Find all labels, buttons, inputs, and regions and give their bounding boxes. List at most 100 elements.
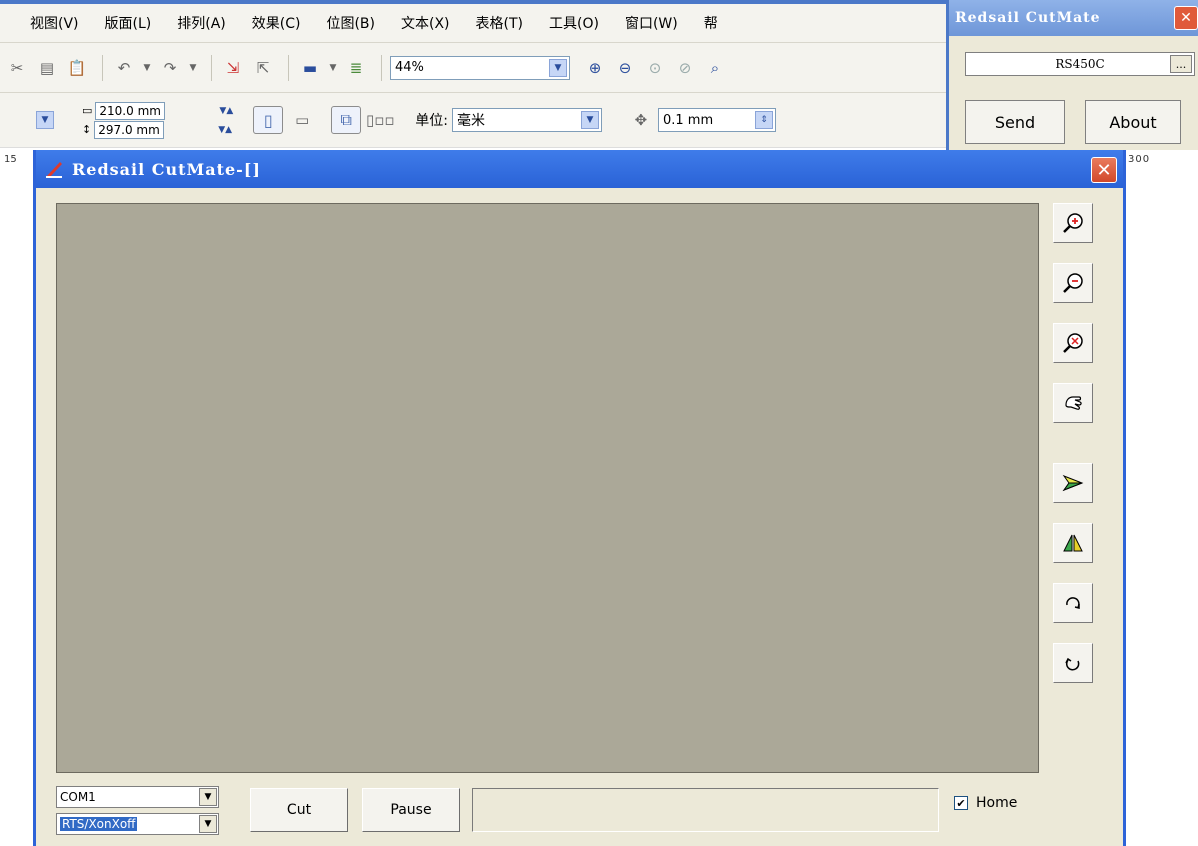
about-button[interactable]: About [1085,100,1181,144]
arrow-right-icon [1062,474,1084,492]
cutmate-mini-panel: Redsail CutMate ✕ RS450C ... Send About [946,0,1198,150]
copy-icon[interactable]: ▤ [34,55,60,81]
cut-icon[interactable]: ✂ [4,55,30,81]
redo-icon[interactable]: ↷ [157,55,183,81]
landscape-button[interactable]: ▭ [289,107,315,133]
zoom-fit-button[interactable] [1053,323,1093,363]
paste-icon[interactable]: 📋 [64,55,90,81]
close-icon[interactable]: ✕ [1091,157,1117,183]
host-standard-toolbar: ✂ ▤ 📋 ↶ ▼ ↷ ▼ ⇲ ⇱ ▬ ▼ ≣ 44% ▼ ⊕ ⊖ ⊙ ⊘ ⌕ [0,42,946,92]
height-spinner-icon[interactable]: ▼▲ [218,125,232,135]
dialog-title-bar: Redsail CutMate-[] [36,150,1123,188]
mini-panel-title: Redsail CutMate [949,0,1198,36]
mirror-button[interactable] [1053,523,1093,563]
chevron-down-icon[interactable]: ▼ [36,111,54,129]
zoom-in-icon [1063,213,1083,233]
zoom-fit-icon [1063,333,1083,353]
port-select[interactable]: COM1 ▼ [56,786,219,808]
cutmate-dialog: Redsail CutMate-[] ✕ COM1 ▼ RTS/XonXoff … [33,150,1126,846]
zoom-out-button[interactable] [1053,263,1093,303]
export-icon[interactable]: ⇱ [250,55,276,81]
width-icon: ▭ [82,104,93,117]
cutter-model-field[interactable]: RS450C ... [965,52,1195,76]
port-value: COM1 [60,790,96,804]
rotate-ccw-icon [1065,657,1080,671]
preview-canvas[interactable] [56,203,1039,773]
direction-button[interactable] [1053,463,1093,503]
zoom-out-icon [1063,273,1083,293]
nudge-distance-input[interactable]: 0.1 mm ⇕ [657,108,776,132]
dialog-title: Redsail CutMate-[] [72,159,261,179]
rotate-clockwise-button[interactable] [1053,583,1093,623]
pause-button[interactable]: Pause [362,788,460,832]
zoom-level-value: 44% [395,60,424,75]
chevron-down-icon[interactable]: ▼ [580,111,599,129]
zoom-page-icon[interactable]: ⌕ [702,55,728,81]
page-width-input[interactable]: 210.0 mm [95,101,166,120]
all-pages-button[interactable]: ⧉ [331,106,362,134]
menu-view[interactable]: 视图(V) [30,13,79,33]
width-spinner-icon[interactable]: ▼▲ [219,106,233,116]
menu-layout[interactable]: 版面(L) [105,13,152,33]
undo-icon[interactable]: ↶ [111,55,137,81]
handshake-select[interactable]: RTS/XonXoff ▼ [56,813,219,835]
close-icon[interactable]: ✕ [1174,6,1198,30]
chevron-down-icon[interactable]: ▼ [199,788,217,806]
application-launcher-icon[interactable]: ▬ [297,55,323,81]
page-height-row: ↕ 297.0 mm ▼▲ [82,120,233,139]
height-icon: ↕ [82,123,92,136]
zoom-out-icon[interactable]: ⊖ [612,55,638,81]
home-checkbox[interactable]: ✔ Home [954,795,1017,811]
rotate-counterclockwise-button[interactable] [1053,643,1093,683]
menu-table[interactable]: 表格(T) [476,13,523,33]
unit-select[interactable]: 毫米 ▼ [451,108,602,132]
menu-window[interactable]: 窗口(W) [625,13,678,33]
pan-button[interactable] [1053,383,1093,423]
separator [102,54,103,81]
chevron-down-icon[interactable]: ▼ [141,55,153,81]
host-property-bar: ▼ ▭ 210.0 mm ▼▲ ↕ 297.0 mm ▼▲ ▯ ▭ ⧉ ▯▫▫ … [0,92,946,147]
page-height-input[interactable]: 297.0 mm [94,120,165,139]
spinner-icon[interactable]: ⇕ [754,111,773,129]
menu-tools[interactable]: 工具(O) [549,13,599,33]
checkmark-icon[interactable]: ✔ [954,796,968,810]
menu-help[interactable]: 帮 [704,13,718,33]
handshake-value: RTS/XonXoff [60,817,138,831]
zoom-selected-icon[interactable]: ⊙ [642,55,668,81]
zoom-in-button[interactable] [1053,203,1093,243]
options-icon[interactable]: ≣ [343,55,369,81]
paper-type-select[interactable]: ▼ [32,107,60,133]
chevron-down-icon[interactable]: ▼ [327,55,339,81]
ruler-start-value: 15 [4,154,17,165]
browse-button[interactable]: ... [1170,55,1192,73]
send-button[interactable]: Send [965,100,1065,144]
page-size-group: ▭ 210.0 mm ▼▲ ↕ 297.0 mm ▼▲ [82,101,233,139]
current-page-button[interactable]: ▯▫▫ [366,107,395,133]
mirror-icon [1063,534,1083,552]
menu-text[interactable]: 文本(X) [401,13,450,33]
ruler-end-value: 300 [1128,154,1151,165]
zoom-level-select[interactable]: 44% ▼ [390,55,570,80]
unit-value: 毫米 [456,113,485,129]
nudge-icon: ✥ [634,111,648,129]
import-icon[interactable]: ⇲ [220,55,246,81]
chevron-down-icon[interactable]: ▼ [187,55,199,81]
unit-label: 单位: [415,113,448,129]
menu-arrange[interactable]: 排列(A) [177,13,226,33]
pan-hand-icon [1065,396,1082,410]
rotate-cw-icon [1066,597,1080,609]
portrait-button[interactable]: ▯ [253,106,284,134]
status-field [472,788,939,832]
separator [288,54,289,81]
chevron-down-icon[interactable]: ▼ [549,58,567,77]
menu-effects[interactable]: 效果(C) [252,13,301,33]
host-menubar: 视图(V) 版面(L) 排列(A) 效果(C) 位图(B) 文本(X) 表格(T… [0,0,946,42]
cut-button[interactable]: Cut [250,788,348,832]
menu-bitmaps[interactable]: 位图(B) [326,13,375,33]
chevron-down-icon[interactable]: ▼ [199,815,217,833]
zoom-all-icon[interactable]: ⊘ [672,55,698,81]
redsail-logo-icon [46,162,62,178]
zoom-in-icon[interactable]: ⊕ [582,55,608,81]
page-width-row: ▭ 210.0 mm ▼▲ [82,101,233,120]
separator [211,54,212,81]
